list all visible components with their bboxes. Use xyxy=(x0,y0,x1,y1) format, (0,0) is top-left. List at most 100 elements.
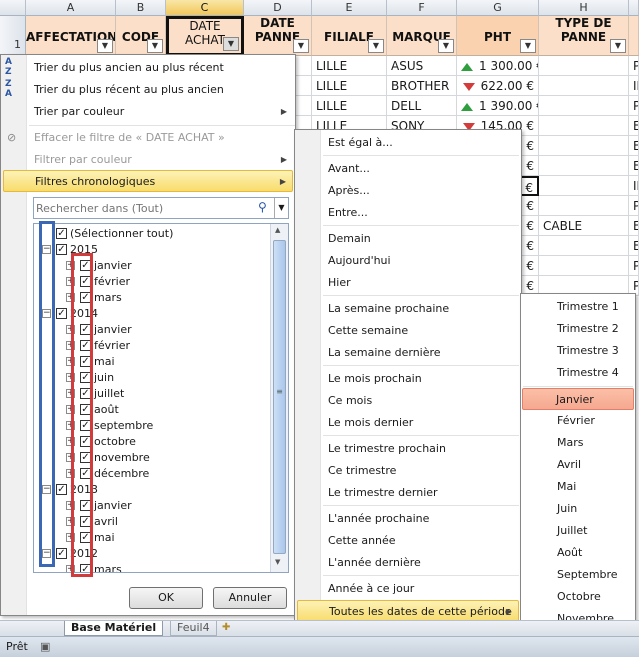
cell-type[interactable] xyxy=(539,256,629,276)
date-filter-option[interactable]: Est égal à... xyxy=(297,132,519,154)
period-option[interactable]: Juillet xyxy=(523,520,633,542)
checkbox[interactable]: ✓ xyxy=(56,308,67,319)
scroll-up-icon[interactable]: ▲ xyxy=(275,226,280,234)
column-header-f[interactable]: F xyxy=(387,0,457,16)
filter-dropdown-icon[interactable]: ▼ xyxy=(520,39,536,53)
scroll-down-icon[interactable]: ▼ xyxy=(275,558,280,566)
period-option[interactable]: Août xyxy=(523,542,633,564)
cell-type[interactable] xyxy=(539,196,629,216)
date-filter-option[interactable]: Après... xyxy=(297,180,519,202)
date-filter-option[interactable]: L'année dernière xyxy=(297,552,519,574)
row-header-1[interactable]: 1 xyxy=(0,16,26,56)
filter-dropdown-icon[interactable]: ▼ xyxy=(438,39,454,53)
date-filter-option[interactable]: Le trimestre prochain xyxy=(297,438,519,460)
date-filter-option[interactable]: Demain xyxy=(297,228,519,250)
cell-filiale[interactable]: LILLE xyxy=(312,76,387,96)
list-scrollbar[interactable]: ▲ ≡ ▼ xyxy=(270,224,288,572)
cell-marque[interactable]: DELL xyxy=(387,96,457,116)
macro-record-icon[interactable]: ▣ xyxy=(40,640,50,653)
date-filter-option[interactable]: Aujourd'hui xyxy=(297,250,519,272)
filter-dropdown-icon[interactable]: ▼ xyxy=(610,39,626,53)
search-dropdown-icon[interactable]: ▼ xyxy=(274,198,288,218)
period-option[interactable]: Octobre xyxy=(523,586,633,608)
period-option[interactable]: Janvier xyxy=(522,388,634,410)
filter-dropdown-icon[interactable]: ▼ xyxy=(97,39,113,53)
cell-i[interactable]: P xyxy=(629,56,639,76)
date-filter-option[interactable]: Année à ce jour xyxy=(297,578,519,600)
cell-pht[interactable]: 1 300.00 € xyxy=(457,56,539,76)
insert-sheet-icon[interactable]: ✚ xyxy=(222,622,230,633)
date-filter-option[interactable]: Le mois prochain xyxy=(297,368,519,390)
sort-oldest-first[interactable]: A Z Trier du plus ancien au plus récent xyxy=(3,57,293,79)
cell-type[interactable]: CABLE xyxy=(539,216,629,236)
cell-type[interactable] xyxy=(539,136,629,156)
cell-i[interactable]: P xyxy=(629,196,639,216)
date-filter-option[interactable]: Le mois dernier xyxy=(297,412,519,434)
cell-type[interactable] xyxy=(539,176,629,196)
search-input[interactable] xyxy=(36,200,254,216)
date-filter-option[interactable]: Hier xyxy=(297,272,519,294)
date-filter-option[interactable]: Ce mois xyxy=(297,390,519,412)
column-header-c[interactable]: C xyxy=(166,0,244,16)
date-filter-option[interactable]: Avant... xyxy=(297,158,519,180)
checkbox[interactable]: ✓ xyxy=(56,228,67,239)
active-filter-dropdown-icon[interactable]: ▼ xyxy=(223,37,239,51)
checkbox[interactable]: ✓ xyxy=(56,484,67,495)
period-option[interactable]: Trimestre 3 xyxy=(523,340,633,362)
cell-type[interactable] xyxy=(539,156,629,176)
cell-i[interactable]: E xyxy=(629,156,639,176)
period-option[interactable]: Septembre xyxy=(523,564,633,586)
date-filter-option[interactable]: Entre... xyxy=(297,202,519,224)
ok-button[interactable]: OK xyxy=(129,587,203,609)
cell-type[interactable] xyxy=(539,76,629,96)
column-header-i[interactable] xyxy=(629,0,639,16)
period-option[interactable]: Février xyxy=(523,410,633,432)
cancel-button[interactable]: Annuler xyxy=(213,587,287,609)
cell-i[interactable]: E xyxy=(629,116,639,136)
period-option[interactable]: Trimestre 4 xyxy=(523,362,633,384)
cell-marque[interactable]: BROTHER xyxy=(387,76,457,96)
column-header-d[interactable]: D xyxy=(244,0,312,16)
sort-by-color[interactable]: Trier par couleur ▶ xyxy=(3,101,293,123)
filter-dropdown-icon[interactable]: ▼ xyxy=(368,39,384,53)
date-filter-option[interactable]: Le trimestre dernier xyxy=(297,482,519,504)
cell-i[interactable]: E xyxy=(629,136,639,156)
date-filter-option[interactable]: Cette année xyxy=(297,530,519,552)
cell-i[interactable]: P xyxy=(629,256,639,276)
column-header-e[interactable]: E xyxy=(312,0,387,16)
column-header-b[interactable]: B xyxy=(116,0,166,16)
cell-type[interactable] xyxy=(539,56,629,76)
date-filter-option[interactable]: La semaine dernière xyxy=(297,342,519,364)
cell-type[interactable] xyxy=(539,96,629,116)
search-icon[interactable]: ⚲ xyxy=(258,200,267,214)
sheet-tab-feuil4[interactable]: Feuil4 xyxy=(170,621,217,636)
select-all-corner[interactable] xyxy=(0,0,26,16)
date-filter-option[interactable]: Ce trimestre xyxy=(297,460,519,482)
period-option[interactable]: Mars xyxy=(523,432,633,454)
filter-dropdown-icon[interactable]: ▼ xyxy=(293,39,309,53)
scrollbar-thumb[interactable]: ≡ xyxy=(273,240,286,554)
cell-pht[interactable]: 1 390.00 € xyxy=(457,96,539,116)
cell-i[interactable]: E xyxy=(629,216,639,236)
date-filter-option[interactable]: Toutes les dates de cette période ▶ xyxy=(297,600,519,622)
date-filter-option[interactable]: Cette semaine xyxy=(297,320,519,342)
column-header-g[interactable]: G xyxy=(457,0,539,16)
cell-type[interactable] xyxy=(539,116,629,136)
period-option[interactable]: Trimestre 1 xyxy=(523,296,633,318)
date-filter-option[interactable]: La semaine prochaine xyxy=(297,298,519,320)
period-option[interactable]: Juin xyxy=(523,498,633,520)
column-header-a[interactable]: A xyxy=(26,0,116,16)
date-filter-option[interactable]: L'année prochaine xyxy=(297,508,519,530)
cell-marque[interactable]: ASUS xyxy=(387,56,457,76)
cell-filiale[interactable]: LILLE xyxy=(312,96,387,116)
cell-type[interactable] xyxy=(539,236,629,256)
filter-dropdown-icon[interactable]: ▼ xyxy=(147,39,163,53)
sort-newest-first[interactable]: Z A Trier du plus récent au plus ancien xyxy=(3,79,293,101)
cell-filiale[interactable]: LILLE xyxy=(312,56,387,76)
cell-i[interactable]: E xyxy=(629,236,639,256)
cell-i[interactable]: IN xyxy=(629,176,639,196)
tree-year-item[interactable]: ✓ (Sélectionner tout) xyxy=(36,226,268,242)
column-header-h[interactable]: H xyxy=(539,0,629,16)
sheet-tab-base-materiel[interactable]: Base Matériel xyxy=(64,621,164,636)
period-option[interactable]: Trimestre 2 xyxy=(523,318,633,340)
